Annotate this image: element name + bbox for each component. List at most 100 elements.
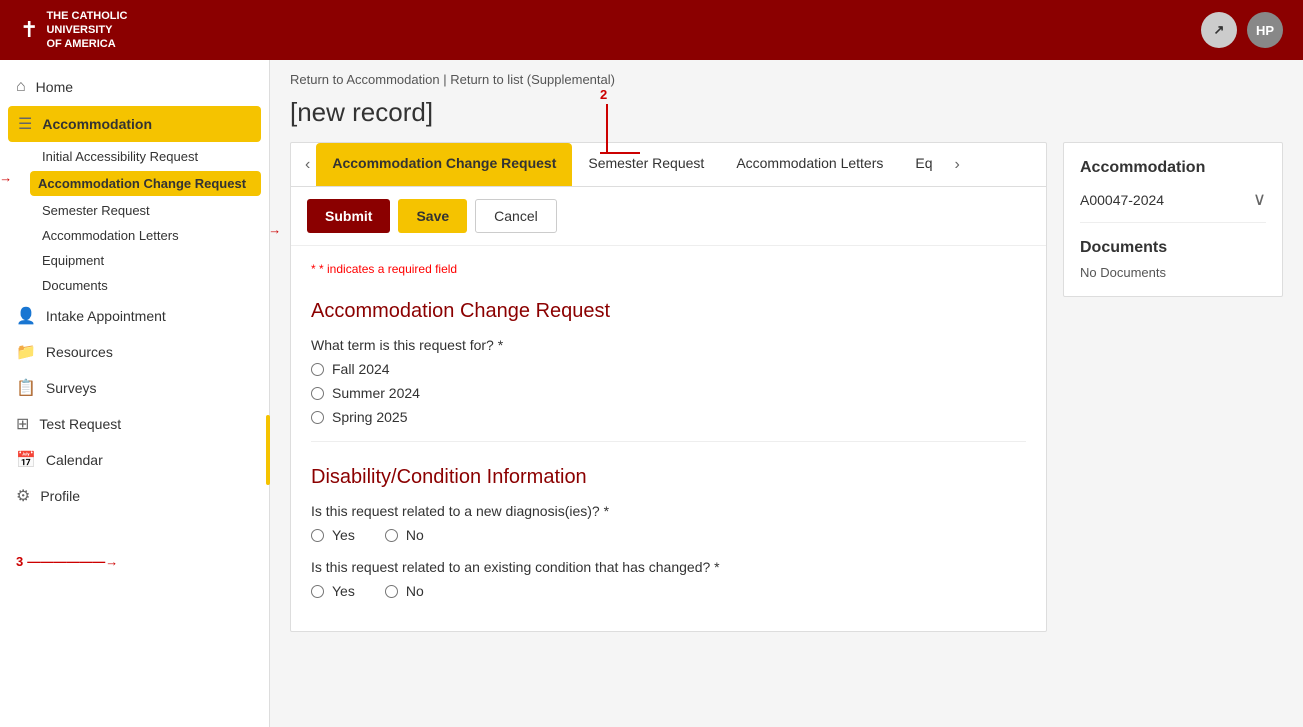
condition-no-radio[interactable] [385,585,398,598]
intake-label: Intake Appointment [46,308,166,324]
sidebar-item-initial-accessibility[interactable]: Initial Accessibility Request [0,144,269,169]
diagnosis-yes[interactable]: Yes [311,527,355,543]
tab-next-button[interactable]: › [949,144,966,186]
annotation-3-label: 3 [16,554,23,569]
resources-label: Resources [46,344,113,360]
chevron-down-icon[interactable]: ∨ [1253,189,1266,210]
sidebar: 1 ——→ ⌂ Home ☰ Accommodation Initial Acc… [0,60,270,727]
scroll-indicator [266,415,270,485]
docs-title: Documents [1080,239,1266,257]
sidebar-item-home[interactable]: ⌂ Home [0,70,269,104]
breadcrumb-separator: | [443,72,446,87]
sidebar-item-equipment[interactable]: Equipment [0,248,269,273]
content-area: Return to Accommodation | Return to list… [270,60,1303,727]
initial-accessibility-label: Initial Accessibility Request [42,149,198,164]
semester-request-label: Semester Request [42,203,150,218]
test-request-label: Test Request [39,416,121,432]
right-panel: Accommodation A00047-2024 ∨ Documents No… [1063,142,1283,632]
diagnosis-no-radio[interactable] [385,529,398,542]
surveys-icon: 📋 [16,378,36,398]
required-note: * * indicates a required field [311,262,1026,276]
accommodation-letters-label: Accommodation Letters [42,228,179,243]
accommodation-change-label: Accommodation Change Request [38,176,246,191]
equipment-label: Equipment [42,253,104,268]
diagnosis-options: Yes No [311,527,1026,543]
sidebar-item-documents[interactable]: Documents [0,273,269,298]
diagnosis-no-label: No [406,527,424,543]
right-panel-title: Accommodation [1080,159,1266,177]
condition-no[interactable]: No [385,583,424,599]
surveys-label: Surveys [46,380,97,396]
term-spring-2025[interactable]: Spring 2025 [311,409,1026,425]
page-wrapper: 1 ——→ ⌂ Home ☰ Accommodation Initial Acc… [0,60,1303,727]
calendar-label: Calendar [46,452,103,468]
breadcrumb-link-accommodation[interactable]: Return to Accommodation [290,72,440,87]
form-body: 4 ——→ * * indicates a required field Acc… [291,246,1046,631]
tabs-bar: ‹ Accommodation Change Request Semester … [291,143,1046,187]
annotation-4-arrow: ——→ [270,222,281,237]
profile-label: Profile [40,488,80,504]
sidebar-item-accommodation-change[interactable]: Accommodation Change Request [30,171,261,196]
annotation-2-label: 2 [600,87,607,102]
section2-title: Disability/Condition Information [311,458,1026,489]
right-card: Accommodation A00047-2024 ∨ Documents No… [1063,142,1283,297]
term-fall-2024-label: Fall 2024 [332,361,390,377]
no-docs-label: No Documents [1080,265,1266,280]
diagnosis-no[interactable]: No [385,527,424,543]
sidebar-accommodation-label: Accommodation [42,116,152,132]
condition-yes-radio[interactable] [311,585,324,598]
condition-no-label: No [406,583,424,599]
tab-eq[interactable]: Eq [899,143,948,186]
condition-yes-label: Yes [332,583,355,599]
docs-section: Documents No Documents [1080,239,1266,280]
breadcrumb: Return to Accommodation | Return to list… [290,72,1283,87]
sidebar-item-test-request[interactable]: ⊞ Test Request [0,406,269,442]
form-container: ‹ Accommodation Change Request Semester … [290,142,1283,632]
tab-accommodation-change-request[interactable]: Accommodation Change Request [316,143,572,186]
sidebar-item-profile[interactable]: ⚙ Profile [0,478,269,514]
condition-yes[interactable]: Yes [311,583,355,599]
term-fall-2024[interactable]: Fall 2024 [311,361,1026,377]
section1-title: Accommodation Change Request [311,292,1026,323]
external-link-button[interactable]: ↗ [1201,12,1237,48]
resources-icon: 📁 [16,342,36,362]
diagnosis-question: Is this request related to a new diagnos… [311,503,1026,519]
form-main: ‹ Accommodation Change Request Semester … [290,142,1047,632]
term-summer-2024[interactable]: Summer 2024 [311,385,1026,401]
sidebar-item-resources[interactable]: 📁 Resources [0,334,269,370]
page-title: [new record] [290,97,433,128]
calendar-icon: 📅 [16,450,36,470]
user-profile-button[interactable]: HP [1247,12,1283,48]
sidebar-item-accommodation[interactable]: ☰ Accommodation [8,106,261,142]
tab-prev-button[interactable]: ‹ [299,144,316,186]
section-divider-1 [311,441,1026,442]
term-options: Fall 2024 Summer 2024 Spring 2025 [311,361,1026,425]
diagnosis-yes-radio[interactable] [311,529,324,542]
tab-semester-request[interactable]: Semester Request [572,143,720,186]
term-spring-2025-radio[interactable] [311,411,324,424]
sidebar-item-semester-request[interactable]: Semester Request [0,198,269,223]
sidebar-item-accommodation-letters[interactable]: Accommodation Letters [0,223,269,248]
right-panel-record: A00047-2024 ∨ [1080,189,1266,223]
save-button[interactable]: Save [398,199,467,233]
accommodation-icon: ☰ [18,114,32,134]
annotation-3-arrow: ——————→ [27,554,118,569]
submit-button[interactable]: Submit [307,199,390,233]
sidebar-item-home-label: Home [36,79,73,95]
home-icon: ⌂ [16,78,26,96]
term-spring-2025-label: Spring 2025 [332,409,408,425]
header-icons: ↗ HP [1201,12,1283,48]
sidebar-item-surveys[interactable]: 📋 Surveys [0,370,269,406]
term-summer-2024-radio[interactable] [311,387,324,400]
sidebar-item-intake[interactable]: 👤 Intake Appointment [0,298,269,334]
sidebar-item-calendar[interactable]: 📅 Calendar [0,442,269,478]
term-summer-2024-label: Summer 2024 [332,385,420,401]
tab-accommodation-letters[interactable]: Accommodation Letters [720,143,899,186]
cancel-button[interactable]: Cancel [475,199,557,233]
cross-icon: ✝ [20,17,38,43]
term-fall-2024-radio[interactable] [311,363,324,376]
breadcrumb-link-list[interactable]: Return to list (Supplemental) [450,72,615,87]
diagnosis-yes-label: Yes [332,527,355,543]
condition-options: Yes No [311,583,1026,599]
test-request-icon: ⊞ [16,414,29,434]
